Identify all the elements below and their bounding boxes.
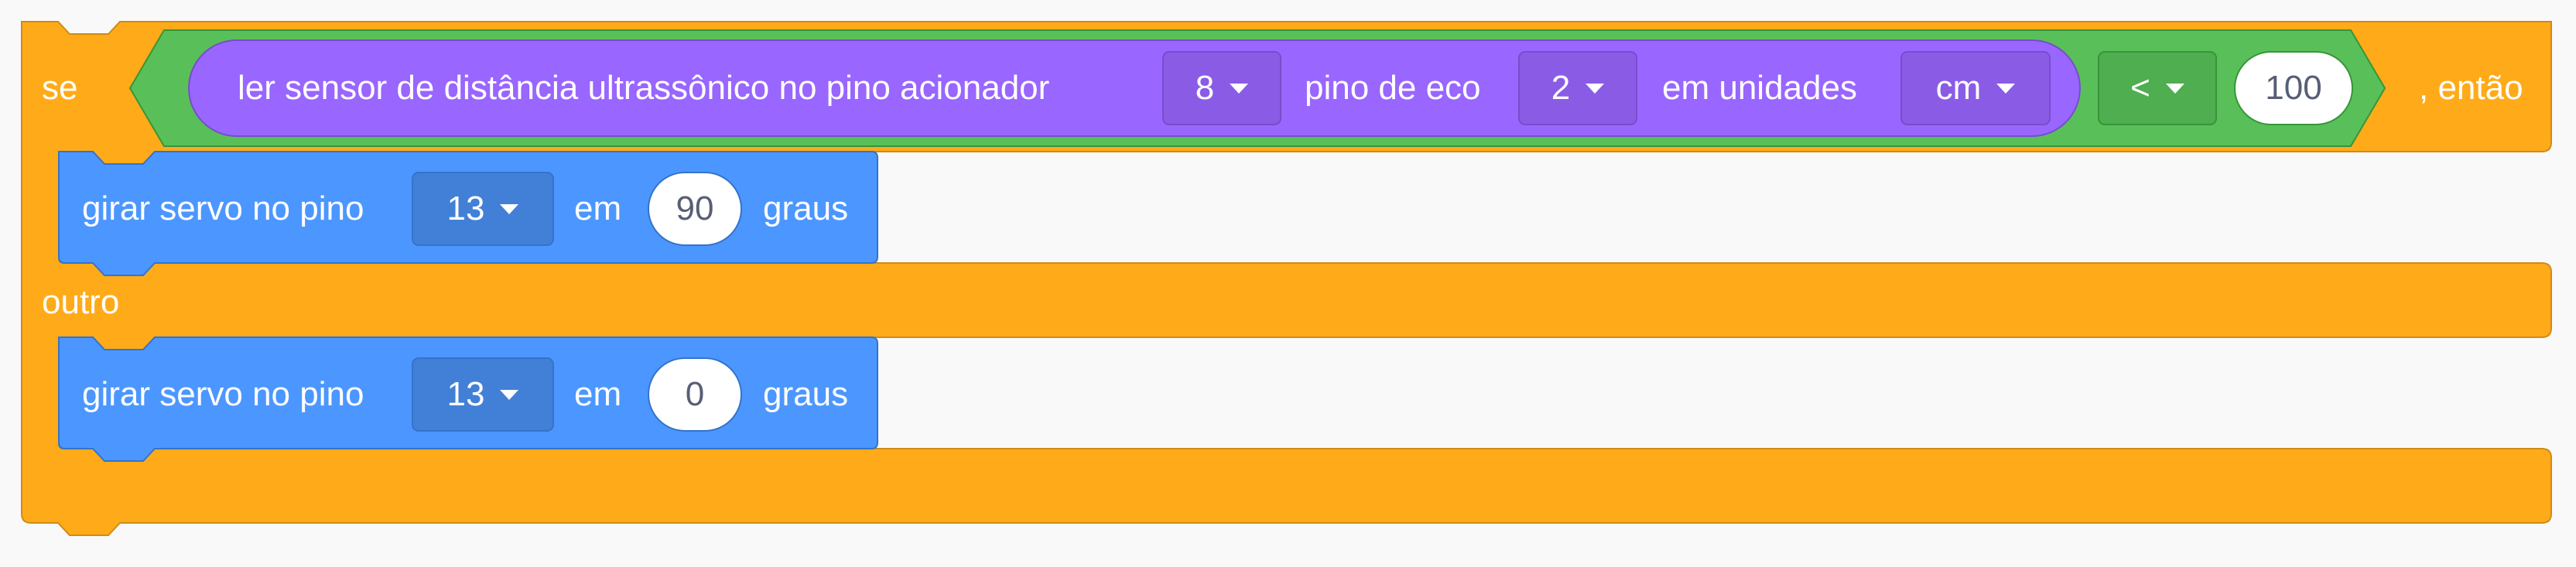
chevron-down-icon [500, 203, 519, 214]
em-label-then: em [574, 190, 622, 227]
servo-label-else: girar servo no pino [82, 375, 364, 413]
em-label-else: em [574, 375, 622, 413]
servo-pin-dropdown-then[interactable]: 13 [412, 172, 554, 246]
units-label: em unidades [1662, 69, 1857, 107]
chevron-down-icon [500, 389, 519, 400]
servo-pin-value-else: 13 [446, 375, 485, 413]
chevron-down-icon [1996, 83, 2016, 94]
echo-label: pino de eco [1305, 69, 1481, 107]
if-label: se [42, 69, 78, 107]
echo-pin-dropdown[interactable]: 2 [1518, 51, 1637, 125]
sensor-label: ler sensor de distância ultrassônico no … [238, 69, 1050, 107]
units-dropdown[interactable]: cm [1900, 51, 2051, 125]
units-value: cm [1935, 69, 1982, 107]
chevron-down-icon [2165, 83, 2184, 94]
servo-label-then: girar servo no pino [82, 190, 364, 227]
chevron-down-icon [1586, 83, 1605, 94]
degrees-label-then: graus [763, 190, 849, 227]
degrees-label-else: graus [763, 375, 849, 413]
compare-value: 100 [2265, 69, 2322, 107]
echo-pin-value: 2 [1551, 69, 1571, 107]
trigger-pin-dropdown[interactable]: 8 [1162, 51, 1281, 125]
operator-dropdown[interactable]: < [2098, 51, 2217, 125]
trigger-pin-value: 8 [1195, 69, 1215, 107]
angle-value-else: 0 [685, 375, 705, 413]
operator-value: < [2130, 69, 2150, 107]
then-label: , então [2419, 69, 2523, 107]
servo-pin-dropdown-else[interactable]: 13 [412, 357, 554, 432]
angle-value-then: 90 [676, 190, 714, 227]
else-label: outro [42, 283, 120, 321]
servo-pin-value-then: 13 [446, 190, 485, 227]
chevron-down-icon [1230, 83, 1249, 94]
